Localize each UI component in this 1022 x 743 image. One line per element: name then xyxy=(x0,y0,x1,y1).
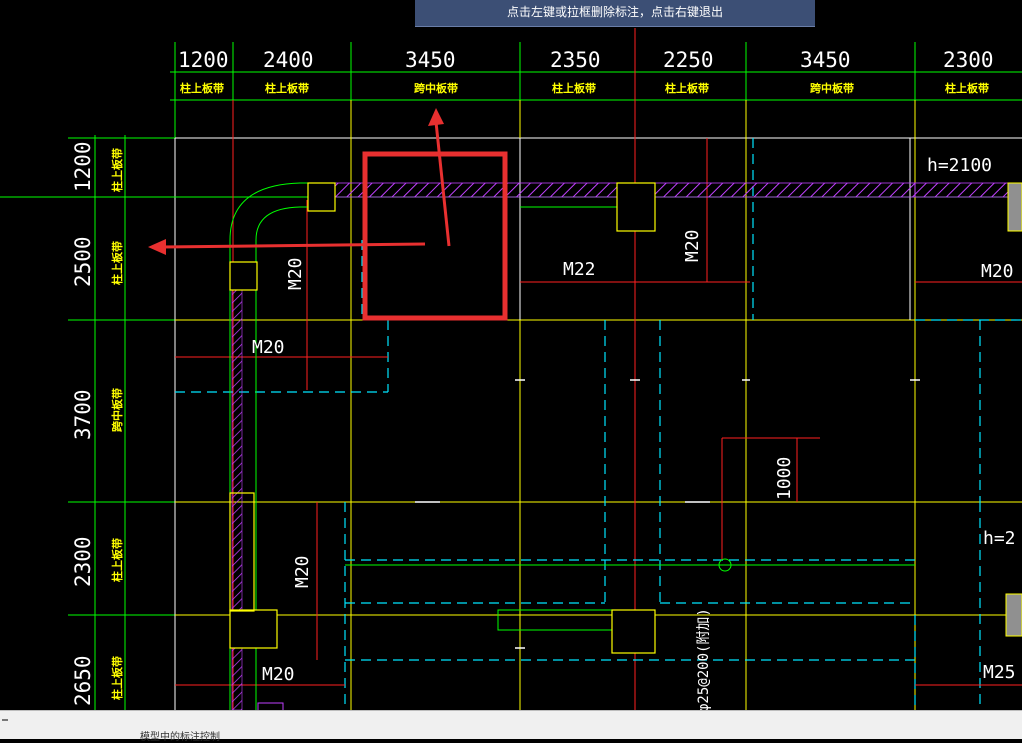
left-label-4: 柱上板带 xyxy=(110,538,124,582)
left-dim-3: 3700 xyxy=(71,389,95,440)
label-m20-bottom: M20 xyxy=(262,664,295,685)
grid-lines xyxy=(0,28,1022,710)
label-m20-vert-3: M20 xyxy=(292,555,313,588)
label-1000: 1000 xyxy=(774,457,795,500)
label-m20-vert-1: M20 xyxy=(285,257,306,290)
top-label-6: 跨中板带 xyxy=(810,81,854,95)
command-tooltip: 点击左键或拉框删除标注，点击右键退出 xyxy=(415,0,815,27)
top-label-2: 柱上板带 xyxy=(265,81,309,95)
interior-dimension-lines xyxy=(175,138,1022,686)
top-label-1: 柱上板带 xyxy=(180,81,224,95)
arrow-left-line xyxy=(161,242,426,249)
cad-canvas[interactable]: 1200 2400 3450 2350 2250 3450 2300 柱上板带 … xyxy=(0,0,1022,738)
arrow-up-head xyxy=(428,108,444,126)
top-label-5: 柱上板带 xyxy=(665,81,709,95)
left-dim-1: 1200 xyxy=(71,141,95,192)
highlight-box xyxy=(362,151,508,321)
top-dim-6: 3450 xyxy=(800,48,851,72)
status-text: 模型中的标注控制 xyxy=(140,732,220,743)
label-h2100: h=2100 xyxy=(927,155,992,176)
label-m20-left: M20 xyxy=(252,337,285,358)
top-label-3: 跨中板带 xyxy=(414,81,458,95)
top-label-4: 柱上板带 xyxy=(552,81,596,95)
label-rebar: φ25@200(附加) xyxy=(696,608,712,712)
top-dim-4: 2350 xyxy=(550,48,601,72)
cyan-dashed-beams xyxy=(175,138,1022,710)
hatched-wall-right xyxy=(914,182,1011,198)
top-dim-7: 2300 xyxy=(943,48,994,72)
axis-marks xyxy=(415,379,920,649)
grey-column-right-2 xyxy=(1005,593,1022,637)
top-dim-3: 3450 xyxy=(405,48,456,72)
status-icon[interactable]: ⎯ xyxy=(2,712,16,726)
left-dim-4: 2300 xyxy=(71,536,95,587)
top-dim-2: 2400 xyxy=(263,48,314,72)
grey-column-right-1 xyxy=(1007,182,1022,232)
left-label-1: 柱上板带 xyxy=(110,148,124,192)
left-label-3: 跨中板带 xyxy=(110,388,124,432)
left-label-2: 柱上板带 xyxy=(110,241,124,285)
left-label-5: 柱上板带 xyxy=(110,656,124,700)
left-dim-2: 2500 xyxy=(71,236,95,287)
top-dim-5: 2250 xyxy=(663,48,714,72)
top-dim-1: 1200 xyxy=(178,48,229,72)
label-m22: M22 xyxy=(563,259,596,280)
top-label-7: 柱上板带 xyxy=(945,81,989,95)
label-h2: h=2 xyxy=(983,528,1016,549)
label-m20-vert-2: M20 xyxy=(682,229,703,262)
label-m20-right: M20 xyxy=(981,261,1014,282)
arrow-left-head xyxy=(148,239,166,255)
left-dim-5: 2650 xyxy=(71,655,95,706)
label-m25: M25 xyxy=(983,662,1016,683)
